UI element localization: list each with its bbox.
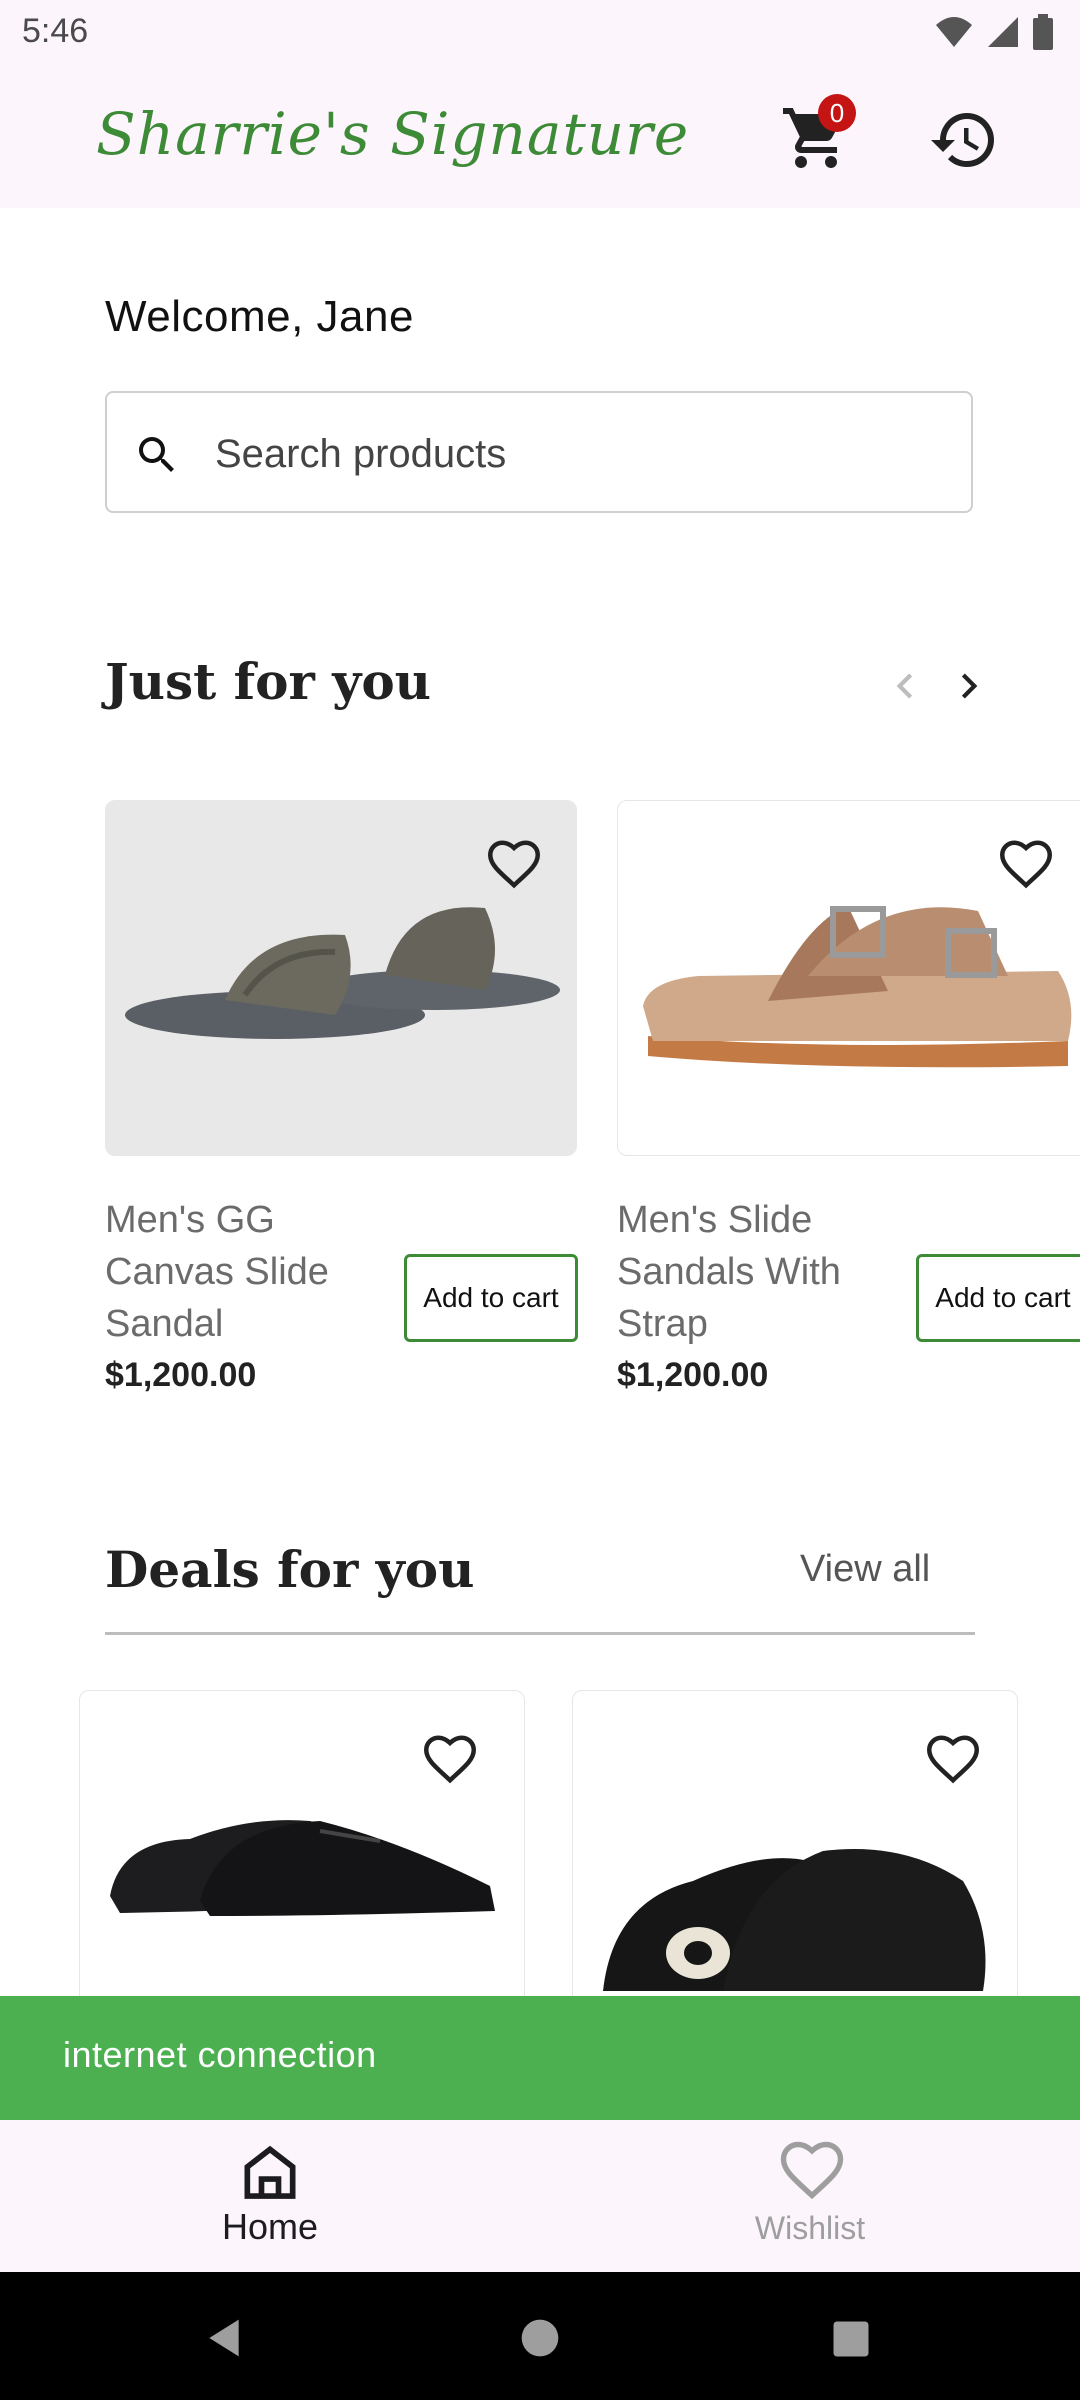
add-to-cart-button[interactable]: Add to cart — [404, 1254, 578, 1342]
nav-home[interactable]: Home — [0, 2120, 540, 2272]
welcome-text: Welcome, Jane — [105, 292, 414, 341]
recents-icon[interactable] — [830, 2318, 872, 2360]
status-time: 5:46 — [22, 12, 89, 50]
snackbar-message: internet connection — [63, 2034, 377, 2075]
add-to-cart-button[interactable]: Add to cart — [916, 1254, 1080, 1342]
battery-icon — [1033, 14, 1053, 50]
deal-card[interactable] — [79, 1690, 525, 2022]
view-all-link[interactable]: View all — [800, 1548, 930, 1591]
favorite-icon[interactable] — [484, 834, 544, 894]
back-icon[interactable] — [202, 2316, 246, 2360]
product-name: Men's GG Canvas Slide Sandal — [105, 1199, 329, 1345]
favorite-icon[interactable] — [923, 1729, 983, 1789]
app-bar: Sharrie's Signature 0 — [0, 64, 1080, 208]
carousel-next-icon[interactable] — [944, 656, 994, 716]
nav-wishlist[interactable]: Wishlist — [540, 2120, 1080, 2272]
heart-icon — [780, 2141, 844, 2200]
product-price: $1,200.00 — [105, 1356, 257, 1394]
search-box[interactable] — [105, 391, 973, 513]
history-button[interactable] — [928, 104, 1000, 176]
cart-count-badge: 0 — [818, 94, 856, 132]
system-nav-bar — [0, 2272, 1080, 2400]
favorite-icon[interactable] — [996, 834, 1056, 894]
search-input[interactable] — [213, 423, 937, 485]
deal-card[interactable] — [572, 1690, 1018, 2022]
home-circle-icon[interactable] — [518, 2316, 562, 2360]
home-icon — [244, 2145, 296, 2199]
carousel-prev-icon[interactable] — [880, 656, 930, 716]
wifi-icon — [936, 17, 972, 47]
status-icons — [934, 14, 1054, 50]
brand-title: Sharrie's Signature — [96, 100, 690, 168]
deals-for-you-title: Deals for you — [105, 1540, 475, 1599]
section-divider — [105, 1632, 975, 1635]
product-name: Men's Slide Sandals With Strap — [617, 1199, 841, 1345]
history-icon — [931, 113, 994, 168]
snackbar: internet connection — [0, 1996, 1080, 2120]
product-price: $1,200.00 — [617, 1356, 769, 1394]
signal-icon — [988, 17, 1018, 47]
nav-wishlist-label: Wishlist — [754, 2210, 866, 2246]
nav-home-label: Home — [221, 2206, 319, 2247]
bottom-nav: Home Wishlist — [0, 2120, 1080, 2272]
just-for-you-title: Just for you — [105, 652, 432, 711]
status-bar: 5:46 — [0, 0, 1080, 64]
search-icon — [139, 437, 174, 472]
favorite-icon[interactable] — [420, 1729, 480, 1789]
